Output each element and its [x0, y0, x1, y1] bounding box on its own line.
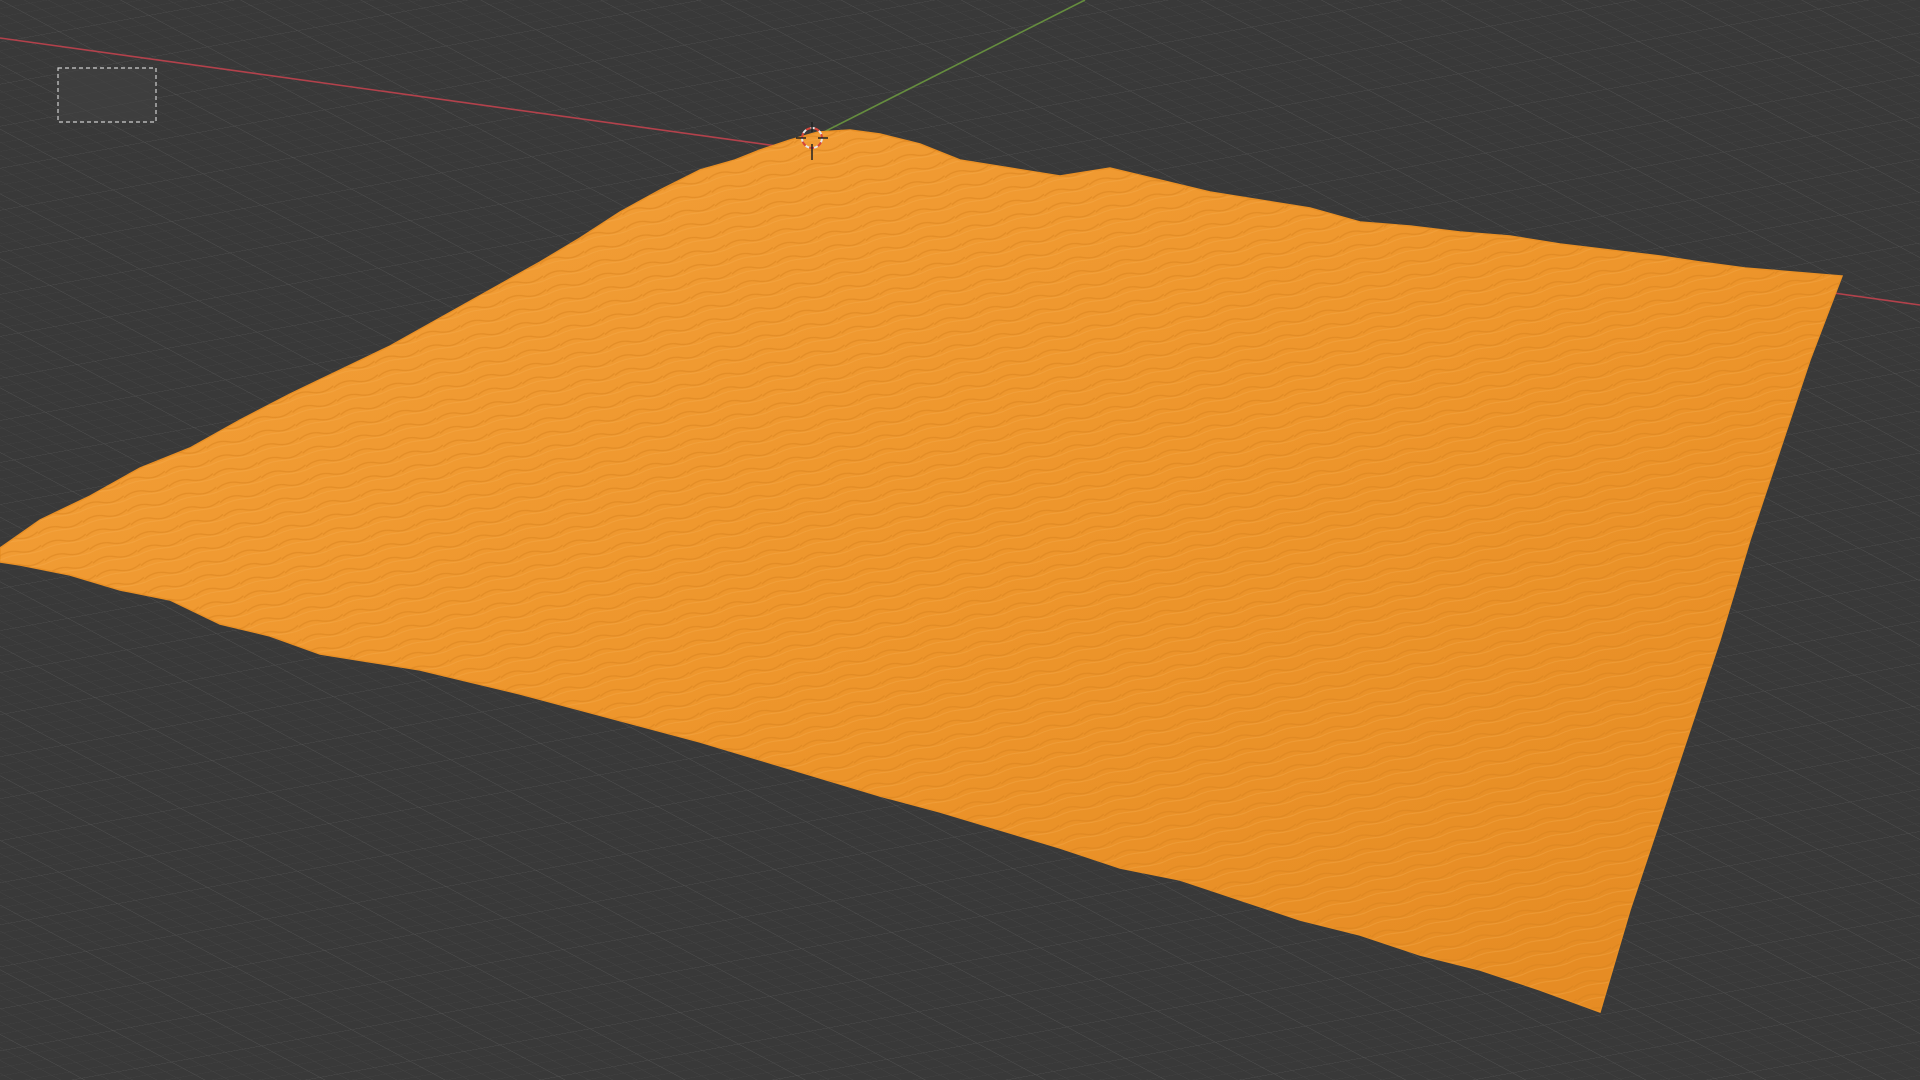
- box-select-rectangle: [57, 67, 157, 123]
- 3d-viewport[interactable]: [0, 0, 1920, 1080]
- viewport-canvas[interactable]: [0, 0, 1920, 1080]
